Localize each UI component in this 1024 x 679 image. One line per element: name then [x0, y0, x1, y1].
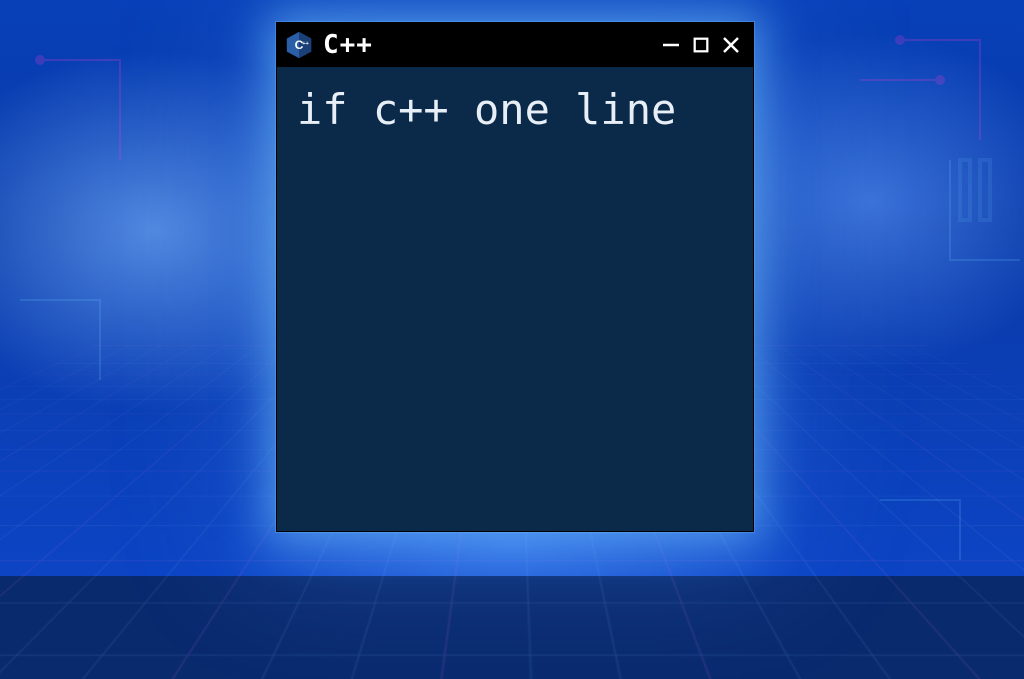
- close-button[interactable]: [719, 33, 743, 57]
- titlebar[interactable]: C ++ C++: [277, 23, 753, 67]
- cpp-logo-icon: C ++: [283, 29, 315, 61]
- terminal-window: C ++ C++ if c++ one line: [276, 22, 754, 532]
- window-title: C++: [323, 30, 651, 60]
- minimize-button[interactable]: [659, 33, 683, 57]
- svg-text:++: ++: [302, 41, 309, 47]
- window-controls: [659, 33, 743, 57]
- terminal-content[interactable]: if c++ one line: [277, 67, 753, 153]
- maximize-button[interactable]: [689, 33, 713, 57]
